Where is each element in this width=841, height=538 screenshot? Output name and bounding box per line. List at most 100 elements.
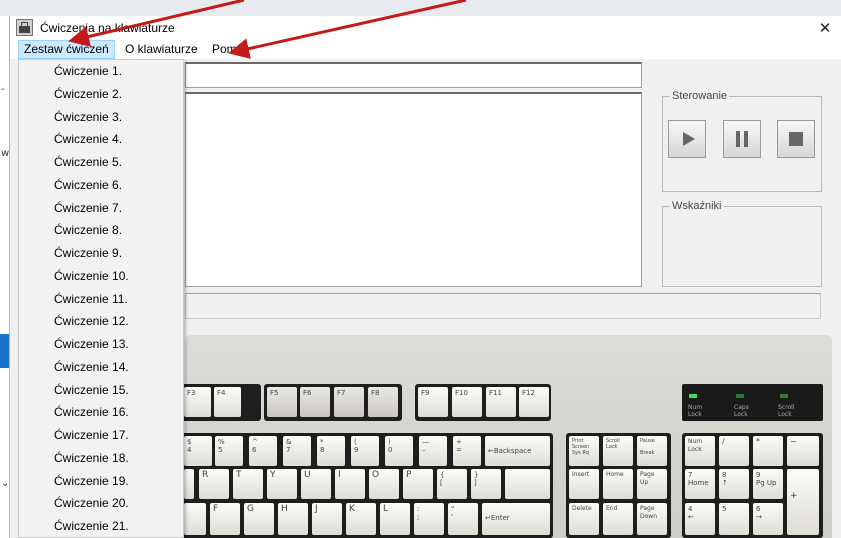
background-glyph: - — [1, 84, 5, 95]
key-partial — [184, 503, 206, 535]
led-label: Caps Lock — [734, 404, 749, 418]
key-u: U — [301, 469, 331, 499]
dropdown-item-cwiczenie-19[interactable]: Ćwiczenie 19. — [54, 474, 129, 488]
indicators-group-label: Wskaźniki — [670, 200, 724, 212]
key-bracket-right: }] — [471, 469, 501, 499]
key-partial — [184, 469, 194, 499]
dropdown-item-cwiczenie-18[interactable]: Ćwiczenie 18. — [54, 451, 129, 465]
key-num-7: 7 Home — [685, 469, 715, 499]
key-y: Y — [267, 469, 297, 499]
dropdown-item-cwiczenie-1[interactable]: Ćwiczenie 1. — [54, 64, 122, 78]
key-bot: 8 — [320, 446, 325, 454]
key-top: ( — [354, 438, 357, 446]
dropdown-item-cwiczenie-5[interactable]: Ćwiczenie 5. — [54, 155, 122, 169]
dropdown-item-cwiczenie-13[interactable]: Ćwiczenie 13. — [54, 337, 129, 351]
key-home: Home — [603, 469, 633, 499]
dropdown-item-cwiczenie-14[interactable]: Ćwiczenie 14. — [54, 360, 129, 374]
background-window-strip — [0, 0, 841, 16]
key-minus: — – — [419, 436, 447, 466]
key-f5: F5 — [267, 387, 297, 417]
key-bot: 7 — [286, 446, 291, 454]
background-blue-accent — [0, 334, 9, 368]
menu-pomoc[interactable]: Pomoc — [207, 40, 254, 59]
key-num-8: 8 ↑ — [719, 469, 749, 499]
key-bot: ; — [417, 513, 420, 521]
key-top: ^ — [252, 438, 258, 446]
key-page-up: Page Up — [637, 469, 667, 499]
key-page-down: Page Down — [637, 503, 667, 535]
dropdown-item-cwiczenie-20[interactable]: Ćwiczenie 20. — [54, 496, 129, 510]
led-scroll-lock — [780, 394, 788, 398]
key-f9: F9 — [418, 387, 448, 417]
dropdown-item-cwiczenie-21[interactable]: Ćwiczenie 21. — [54, 519, 129, 533]
key-scroll-lock: Scroll Lock — [603, 436, 633, 466]
key-top: + — [456, 438, 462, 446]
dropdown-item-cwiczenie-17[interactable]: Ćwiczenie 17. — [54, 428, 129, 442]
dropdown-item-cwiczenie-10[interactable]: Ćwiczenie 10. — [54, 269, 129, 283]
dropdown-item-cwiczenie-16[interactable]: Ćwiczenie 16. — [54, 405, 129, 419]
close-icon[interactable]: ✕ — [812, 16, 838, 40]
pause-button[interactable] — [723, 120, 761, 158]
dropdown-item-cwiczenie-12[interactable]: Ćwiczenie 12. — [54, 314, 129, 328]
key-bot: 0 — [388, 446, 393, 454]
dropdown-item-cwiczenie-9[interactable]: Ćwiczenie 9. — [54, 246, 122, 260]
key-p: P — [403, 469, 433, 499]
play-button[interactable] — [668, 120, 706, 158]
led-label: Num Lock — [688, 404, 703, 418]
key-print-screen: Print Screen Sys Rq — [569, 436, 599, 466]
key-k: K — [346, 503, 376, 535]
key-7: & 7 — [283, 436, 311, 466]
key-9: (9 — [351, 436, 379, 466]
play-icon — [683, 132, 695, 146]
key-f7: F7 — [334, 387, 364, 417]
key-f11: F11 — [486, 387, 516, 417]
key-top: ) — [388, 438, 391, 446]
dropdown-item-cwiczenie-2[interactable]: Ćwiczenie 2. — [54, 87, 122, 101]
dropdown-item-cwiczenie-15[interactable]: Ćwiczenie 15. — [54, 383, 129, 397]
key-insert: Insert — [569, 469, 599, 499]
indicators-group — [662, 206, 822, 287]
dropdown-item-cwiczenie-6[interactable]: Ćwiczenie 6. — [54, 178, 122, 192]
key-f4: F4 — [214, 387, 241, 417]
key-top: : — [417, 505, 420, 513]
status-bar — [185, 293, 821, 319]
pause-icon — [736, 131, 748, 147]
dropdown-item-cwiczenie-3[interactable]: Ćwiczenie 3. — [54, 110, 122, 124]
key-num-multiply: * — [753, 436, 783, 466]
dropdown-item-cwiczenie-4[interactable]: Ćwiczenie 4. — [54, 132, 122, 146]
led-caps-lock — [736, 394, 744, 398]
key-g: G — [244, 503, 274, 535]
key-8: * 8 — [317, 436, 345, 466]
key-num-divide: / — [719, 436, 749, 466]
keyboard-app-icon — [16, 19, 33, 36]
key-4: $4 — [184, 436, 212, 466]
key-top: & — [286, 438, 292, 446]
key-i: I — [335, 469, 365, 499]
dropdown-item-cwiczenie-11[interactable]: Ćwiczenie 11. — [54, 292, 128, 306]
key-semicolon: :; — [414, 503, 444, 535]
key-num-6: 6 → — [753, 503, 783, 535]
key-f10: F10 — [452, 387, 482, 417]
key-top: * — [320, 438, 324, 446]
key-num-lock: Num Lock — [685, 436, 715, 466]
typing-area[interactable] — [185, 92, 642, 287]
exercise-text-field[interactable] — [185, 62, 642, 88]
key-num-9: 9 Pg Up — [753, 469, 783, 499]
key-f8: F8 — [368, 387, 398, 417]
key-num-4: 4 ← — [685, 503, 715, 535]
key-0: ) 0 — [385, 436, 413, 466]
key-pause: Pause Break — [637, 436, 667, 466]
led-num-lock — [689, 394, 697, 398]
menu-zestaw-cwiczen[interactable]: Zestaw ćwiczeń — [18, 40, 115, 59]
key-bracket-left: {[ — [437, 469, 467, 499]
key-f3: F3 — [184, 387, 211, 417]
key-r: R — [199, 469, 229, 499]
window-title: Ćwiczenia na klawiaturze — [40, 21, 175, 35]
dropdown-item-cwiczenie-8[interactable]: Ćwiczenie 8. — [54, 223, 122, 237]
dropdown-item-cwiczenie-7[interactable]: Ćwiczenie 7. — [54, 201, 122, 215]
key-enter: ↵Enter — [482, 503, 550, 535]
key-bot: = — [456, 446, 462, 454]
key-bot: [ — [440, 479, 443, 487]
menu-o-klawiaturze[interactable]: O klawiaturze — [120, 40, 203, 59]
stop-button[interactable] — [777, 120, 815, 158]
